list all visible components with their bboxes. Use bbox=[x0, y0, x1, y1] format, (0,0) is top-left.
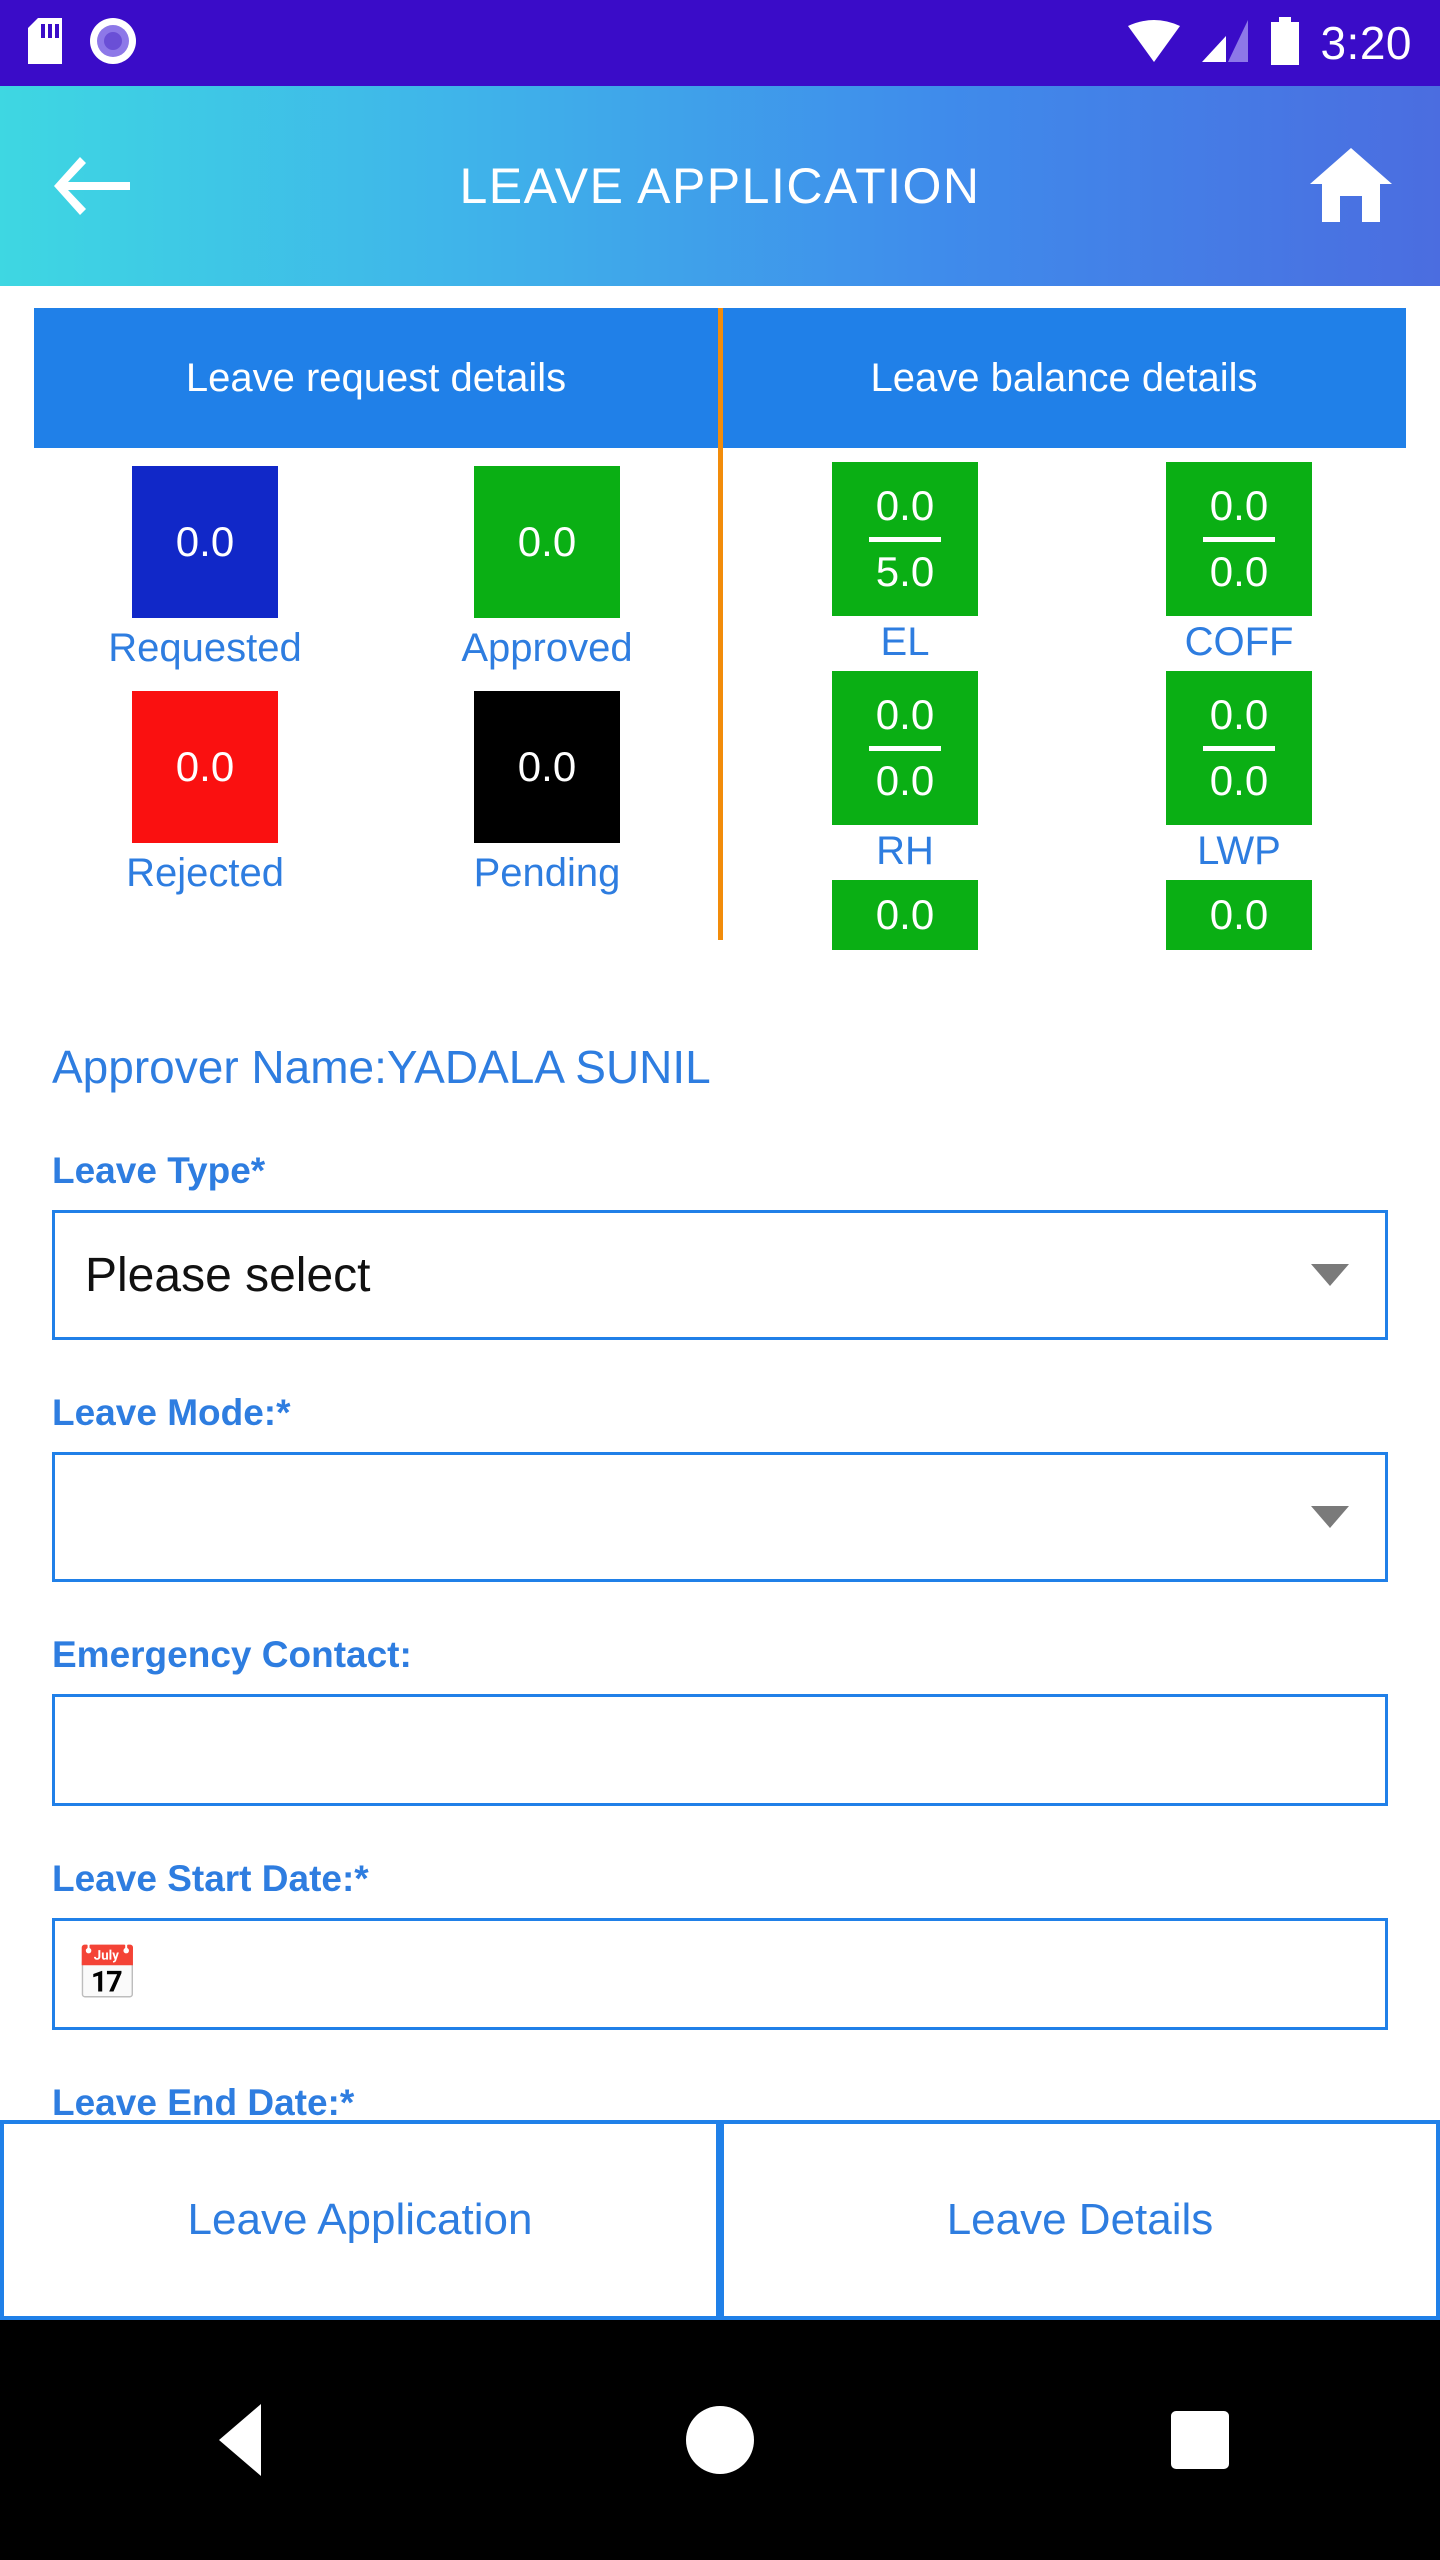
leave-start-date-input[interactable]: 📅 bbox=[52, 1918, 1388, 2030]
balance-coff-total: 0.0 bbox=[1209, 547, 1269, 595]
fraction-rule bbox=[869, 745, 941, 751]
stat-pending-value: 0.0 bbox=[474, 691, 620, 843]
nav-back-button[interactable] bbox=[180, 2380, 300, 2500]
balance-extra-left-box: 0.0 bbox=[832, 880, 978, 950]
balance-coff-box: 0.0 0.0 bbox=[1166, 462, 1312, 616]
back-button[interactable] bbox=[34, 131, 144, 241]
cellular-signal-icon bbox=[1200, 18, 1250, 69]
stat-approved-value: 0.0 bbox=[474, 466, 620, 618]
summary-body: 0.0 Requested 0.0 Approved 0.0 Rejected … bbox=[34, 308, 1406, 950]
balance-rh-used: 0.0 bbox=[875, 691, 935, 739]
fraction-rule bbox=[1203, 536, 1275, 542]
summary-tab-request-details[interactable]: Leave request details bbox=[34, 308, 718, 448]
balance-lwp-used: 0.0 bbox=[1209, 691, 1269, 739]
fraction-rule bbox=[869, 536, 941, 542]
nav-home-button[interactable] bbox=[660, 2380, 780, 2500]
android-navigation-bar bbox=[0, 2320, 1440, 2560]
status-bar-right-icons: 3:20 bbox=[1126, 16, 1412, 70]
stat-rejected: 0.0 Rejected bbox=[34, 691, 376, 896]
stat-pending: 0.0 Pending bbox=[376, 691, 718, 896]
leave-mode-label: Leave Mode:* bbox=[52, 1392, 291, 1433]
leave-application-form: Approver Name:YADALA SUNIL Leave Type* P… bbox=[0, 1040, 1440, 2306]
tab-leave-details[interactable]: Leave Details bbox=[720, 2120, 1440, 2320]
leave-summary-card: Leave request details Leave balance deta… bbox=[34, 308, 1406, 950]
balance-rh-total: 0.0 bbox=[875, 756, 935, 804]
clock-time: 3:20 bbox=[1320, 17, 1412, 69]
balance-lwp-box: 0.0 0.0 bbox=[1166, 671, 1312, 825]
leave-balance-details-panel: 0.0 5.0 EL 0.0 0.0 COFF 0.0 0.0 RH 0.0 0… bbox=[718, 448, 1406, 950]
leave-type-select[interactable]: Please select bbox=[52, 1210, 1388, 1340]
leave-type-label: Leave Type* bbox=[52, 1150, 266, 1191]
status-bar: 3:20 bbox=[0, 0, 1440, 86]
sd-card-icon bbox=[28, 17, 62, 69]
balance-stat-grid: 0.0 5.0 EL 0.0 0.0 COFF 0.0 0.0 RH 0.0 0… bbox=[738, 462, 1406, 950]
balance-rh-label: RH bbox=[876, 829, 934, 873]
square-icon bbox=[1171, 2411, 1229, 2469]
emergency-contact-input[interactable] bbox=[52, 1694, 1388, 1806]
emergency-contact-label: Emergency Contact: bbox=[52, 1634, 412, 1675]
stat-requested-value: 0.0 bbox=[132, 466, 278, 618]
balance-el: 0.0 5.0 EL bbox=[832, 462, 978, 671]
wifi-icon bbox=[1126, 18, 1182, 69]
bottom-tab-bar: Leave Application Leave Details bbox=[0, 2120, 1440, 2320]
app-bar: LEAVE APPLICATION bbox=[0, 86, 1440, 286]
tab-leave-application[interactable]: Leave Application bbox=[0, 2120, 720, 2320]
leave-end-date-label: Leave End Date:* bbox=[52, 2082, 355, 2123]
balance-extra-left: 0.0 bbox=[832, 880, 978, 950]
balance-rh: 0.0 0.0 RH bbox=[832, 671, 978, 880]
page-title: LEAVE APPLICATION bbox=[459, 158, 981, 214]
balance-coff-label: COFF bbox=[1184, 620, 1294, 664]
balance-lwp-total: 0.0 bbox=[1209, 756, 1269, 804]
fraction-rule bbox=[1203, 745, 1275, 751]
leave-start-date-label: Leave Start Date:* bbox=[52, 1858, 369, 1899]
balance-lwp-label: LWP bbox=[1197, 829, 1281, 873]
approver-name: Approver Name:YADALA SUNIL bbox=[52, 1041, 711, 1093]
balance-coff-used: 0.0 bbox=[1209, 482, 1269, 530]
balance-extra-right: 0.0 bbox=[1166, 880, 1312, 950]
home-button[interactable] bbox=[1296, 131, 1406, 241]
balance-coff: 0.0 0.0 COFF bbox=[1166, 462, 1312, 671]
home-icon bbox=[1310, 148, 1392, 222]
chevron-down-icon bbox=[1311, 1506, 1349, 1528]
request-stat-grid: 0.0 Requested 0.0 Approved 0.0 Rejected … bbox=[34, 466, 718, 896]
leave-mode-select[interactable] bbox=[52, 1452, 1388, 1582]
stat-requested: 0.0 Requested bbox=[34, 466, 376, 671]
triangle-left-icon bbox=[219, 2404, 261, 2476]
stat-approved-label: Approved bbox=[461, 626, 633, 670]
stat-rejected-label: Rejected bbox=[126, 851, 284, 895]
chevron-down-icon bbox=[1311, 1264, 1349, 1286]
arrow-left-icon bbox=[54, 157, 130, 215]
stat-pending-label: Pending bbox=[473, 851, 621, 895]
nav-recents-button[interactable] bbox=[1140, 2380, 1260, 2500]
balance-extra-right-box: 0.0 bbox=[1166, 880, 1312, 950]
stat-approved: 0.0 Approved bbox=[376, 466, 718, 671]
balance-rh-box: 0.0 0.0 bbox=[832, 671, 978, 825]
balance-el-used: 0.0 bbox=[875, 482, 935, 530]
stat-requested-label: Requested bbox=[108, 626, 302, 670]
balance-el-total: 5.0 bbox=[875, 547, 935, 595]
vertical-divider bbox=[718, 308, 723, 940]
stat-rejected-value: 0.0 bbox=[132, 691, 278, 843]
summary-tab-balance-details[interactable]: Leave balance details bbox=[722, 308, 1406, 448]
calendar-icon[interactable]: 📅 bbox=[75, 1948, 140, 2000]
balance-el-label: EL bbox=[880, 620, 930, 664]
leave-request-details-panel: 0.0 Requested 0.0 Approved 0.0 Rejected … bbox=[34, 448, 718, 940]
battery-icon bbox=[1268, 16, 1302, 70]
screen-record-icon bbox=[90, 17, 136, 69]
balance-lwp: 0.0 0.0 LWP bbox=[1166, 671, 1312, 880]
leave-type-value: Please select bbox=[85, 1248, 371, 1302]
balance-el-box: 0.0 5.0 bbox=[832, 462, 978, 616]
status-bar-left-icons bbox=[28, 17, 136, 69]
circle-icon bbox=[686, 2406, 754, 2474]
